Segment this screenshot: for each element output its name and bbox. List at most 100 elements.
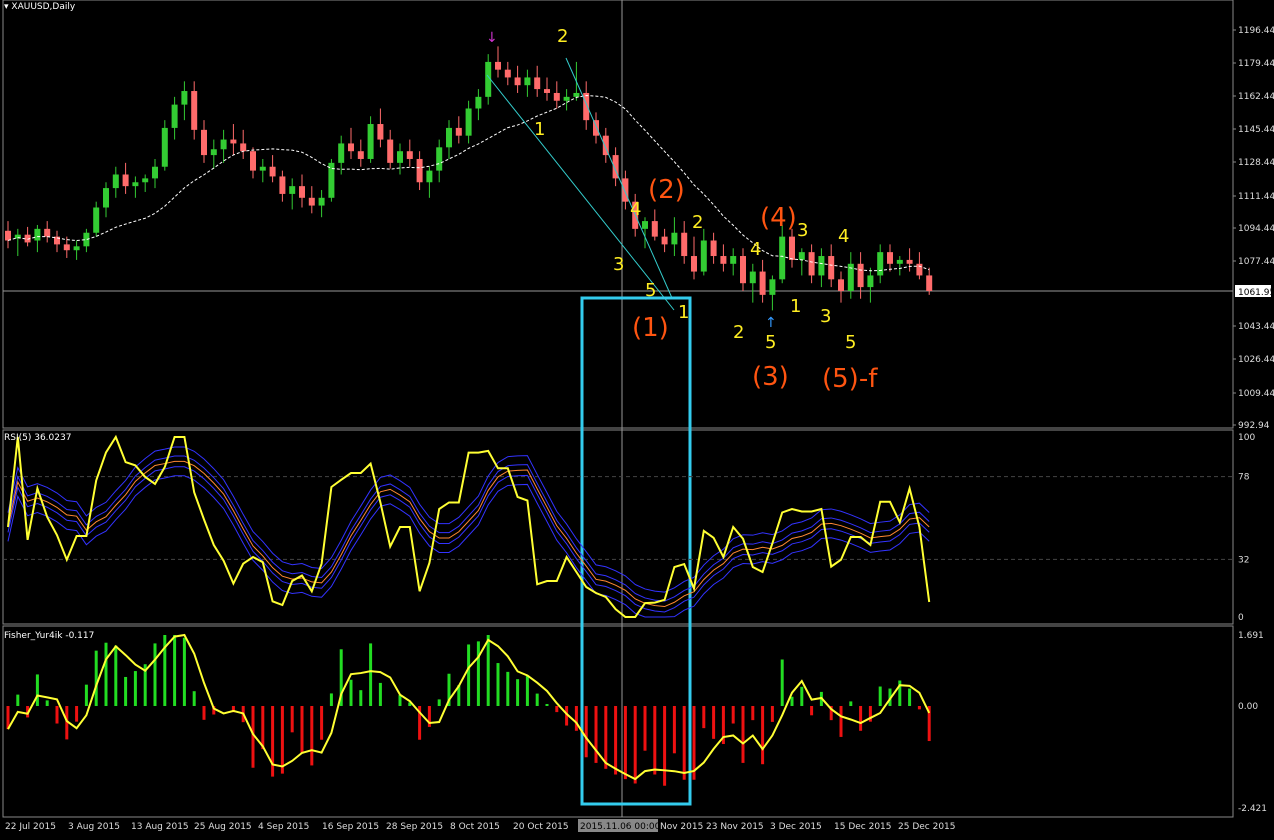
price-label: 1094.44 xyxy=(1238,224,1274,234)
candle-body xyxy=(475,96,482,109)
down-arrow-icon: ↓ xyxy=(486,30,498,46)
time-axis: 22 Jul 2015 3 Aug 2015 13 Aug 2015 25 Aug 2… xyxy=(5,819,956,832)
time-label: 8 Oct 2015 xyxy=(450,822,500,832)
time-label: 28 Sep 2015 xyxy=(386,822,443,832)
candle-body xyxy=(887,252,893,264)
current-price-label: 1061.95 xyxy=(1238,288,1274,298)
candle-body xyxy=(132,182,139,187)
time-cursor-label: 2015.11.06 00:00 xyxy=(580,822,661,832)
wave-label-minor: 5 xyxy=(765,332,776,353)
time-label: 25 Dec 2015 xyxy=(898,822,956,832)
price-label: 1162.44 xyxy=(1238,92,1274,102)
candle-body xyxy=(896,259,903,264)
candle-body xyxy=(357,151,364,159)
symbol-title: ▾ XAUUSD,Daily xyxy=(4,2,75,12)
wave-label-minor: 4 xyxy=(750,239,761,260)
chart-canvas[interactable]: 1196.441179.441162.441145.441128.441111.… xyxy=(0,0,1274,836)
candle-body xyxy=(838,279,844,291)
up-arrow-icon: ↑ xyxy=(765,315,777,331)
candle-body xyxy=(44,228,51,237)
wave-label-minor: 2 xyxy=(733,322,744,343)
wave-label-major: (3) xyxy=(752,362,789,392)
candle-body xyxy=(710,240,717,257)
candle-body xyxy=(318,197,325,206)
candle-body xyxy=(103,188,109,208)
candle-body xyxy=(749,271,756,284)
candle-body xyxy=(328,162,335,198)
candle-body xyxy=(769,279,776,295)
candle-body xyxy=(142,178,149,183)
rsi-level-label: 0 xyxy=(1238,613,1244,623)
wave-label-minor: 5 xyxy=(845,332,856,353)
candle-body xyxy=(651,221,658,237)
candle-body xyxy=(181,91,188,105)
candle-body xyxy=(593,120,599,136)
time-label: 23 Nov 2015 xyxy=(706,822,764,832)
candle-body xyxy=(759,271,766,295)
candle-body xyxy=(338,143,345,163)
price-label: 1196.44 xyxy=(1238,26,1274,36)
candle-body xyxy=(661,236,668,245)
price-label: 1026.44 xyxy=(1238,355,1274,365)
fisher-title: Fisher_Yur4ik -0.117 xyxy=(4,631,95,641)
time-label: 3 Dec 2015 xyxy=(770,822,822,832)
time-label: 4 Sep 2015 xyxy=(258,822,309,832)
candle-body xyxy=(642,221,648,229)
candle-body xyxy=(367,124,374,159)
candle-body xyxy=(455,127,462,136)
candle-body xyxy=(259,166,266,171)
candle-body xyxy=(681,232,688,257)
grid-lines xyxy=(3,0,1233,817)
candle-body xyxy=(63,244,70,251)
candle-body xyxy=(299,186,305,198)
candle-body xyxy=(5,230,11,241)
chart-window: 1196.44 1179.44 1162.44 1145.44 1128.44 1111.… xyxy=(0,0,1274,836)
candle-body xyxy=(465,108,472,136)
candle-body xyxy=(122,174,129,187)
trend-line xyxy=(486,74,675,311)
candle-body xyxy=(906,259,913,264)
candle-body xyxy=(495,61,501,70)
rsi-band-upper xyxy=(7,446,930,593)
wave-label-major: (2) xyxy=(648,175,685,205)
wave-label-minor: 4 xyxy=(630,199,641,220)
candle-body xyxy=(583,92,590,121)
candle-body xyxy=(34,228,41,241)
candle-body xyxy=(152,166,158,179)
fisher-level-label: 1.691 xyxy=(1238,631,1264,641)
candle-body xyxy=(798,252,805,260)
candle-body xyxy=(573,92,580,97)
wave-label-major: (4) xyxy=(760,203,797,233)
candle-body xyxy=(808,252,815,276)
rsi-level-label: 100 xyxy=(1238,433,1255,443)
candle-body xyxy=(926,275,933,291)
candle-body xyxy=(436,147,443,171)
candle-body xyxy=(828,256,835,280)
candle-body xyxy=(514,77,521,86)
candle-body xyxy=(269,166,276,177)
price-label: 1009.44 xyxy=(1238,389,1274,399)
candle-body xyxy=(250,151,256,171)
time-label: 16 Sep 2015 xyxy=(322,822,379,832)
fisher-panel-frame xyxy=(2,625,1234,818)
wave-label-minor: 1 xyxy=(534,119,545,140)
wave-label-minor: 2 xyxy=(557,26,568,47)
candle-body xyxy=(73,246,80,251)
dropdown-arrow-icon[interactable]: ▾ xyxy=(4,2,9,12)
price-axis: 1196.44 1179.44 1162.44 1145.44 1128.44 1111.… xyxy=(1233,26,1274,431)
candles xyxy=(5,46,933,311)
price-label: 1077.44 xyxy=(1238,257,1274,267)
rsi-title: RSI(5) 36.0237 xyxy=(4,433,72,443)
candle-body xyxy=(524,77,531,86)
candle-body xyxy=(279,176,286,194)
time-label: 3 Aug 2015 xyxy=(68,822,120,832)
candle-body xyxy=(416,158,423,183)
candle-body xyxy=(446,127,452,148)
candle-body xyxy=(504,69,511,78)
wave-label-minor: 3 xyxy=(820,306,831,327)
wave-label-minor: 5 xyxy=(645,280,656,301)
candle-body xyxy=(230,139,237,144)
fisher-panel: 1.691 0.00 -2.421 xyxy=(6,631,1267,814)
time-label: 13 Aug 2015 xyxy=(131,822,189,832)
wave-label-minor: 2 xyxy=(692,212,703,233)
